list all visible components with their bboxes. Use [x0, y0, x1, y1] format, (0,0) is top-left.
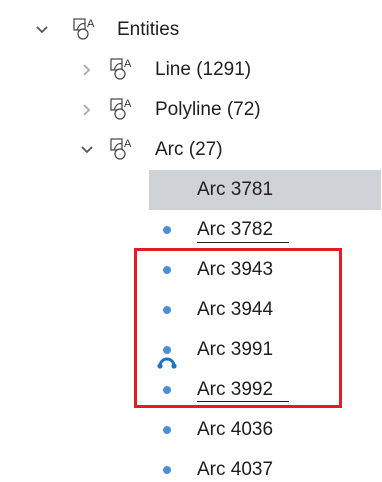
tree-node-label: Polyline (72)	[155, 99, 261, 120]
tree-node-polyline[interactable]: A Polyline (72)	[0, 90, 382, 130]
dot-icon	[163, 386, 171, 394]
dot-icon	[163, 466, 171, 474]
tree-node-line[interactable]: A Line (1291)	[0, 50, 382, 90]
svg-text:A: A	[124, 58, 132, 70]
tree-leaf-arc-3944[interactable]: Arc 3944	[0, 290, 382, 330]
dot-icon	[163, 426, 171, 434]
tree-node-label: Entities	[117, 19, 180, 40]
label-underline	[197, 242, 289, 243]
tree-leaf-arc-3992[interactable]: Arc 3992	[0, 370, 382, 410]
tree-node-entities[interactable]: A Entities	[0, 10, 382, 50]
tree-leaf-arc-4036[interactable]: Arc 4036	[0, 410, 382, 450]
tree-leaf-label: Arc 4036	[197, 419, 274, 440]
entity-group-icon: A	[73, 18, 95, 40]
chevron-right-icon[interactable]	[79, 62, 95, 78]
dot-icon	[163, 266, 171, 274]
tree-node-arc[interactable]: A Arc (27)	[0, 130, 382, 170]
svg-text:A: A	[87, 18, 95, 30]
tree-leaf-label: Arc 4037	[197, 459, 274, 480]
tree-leaf-arc-4037[interactable]: Arc 4037	[0, 450, 382, 482]
tree-leaf-arc-3991[interactable]: Arc 3991	[0, 330, 382, 370]
tree-leaf-label: Arc 3781	[197, 179, 274, 200]
label-underline	[197, 401, 289, 402]
tree-leaf-label: Arc 3943	[197, 259, 274, 280]
chevron-right-icon[interactable]	[79, 102, 95, 118]
dot-icon	[163, 306, 171, 314]
tree-node-label: Line (1291)	[155, 59, 252, 80]
chevron-down-icon[interactable]	[79, 142, 95, 158]
tree-leaf-arc-3781[interactable]: Arc 3781	[0, 170, 382, 369]
tree-node-label: Arc (27)	[155, 139, 223, 160]
chevron-down-icon[interactable]	[34, 22, 50, 38]
dot-icon	[163, 346, 171, 354]
svg-text:A: A	[124, 138, 132, 150]
entity-group-icon: A	[110, 58, 132, 80]
entity-tree: A Entities A Line (1291) A Polyline (72)	[0, 0, 382, 482]
tree-leaf-arc-3782[interactable]: Arc 3782	[0, 210, 382, 250]
entity-group-icon: A	[110, 98, 132, 120]
tree-leaf-label: Arc 3991	[197, 339, 274, 360]
tree-leaf-arc-3943[interactable]: Arc 3943	[0, 250, 382, 290]
dot-icon	[163, 226, 171, 234]
tree-leaf-label: Arc 3944	[197, 299, 274, 320]
entity-group-icon: A	[110, 138, 132, 160]
tree-leaf-label: Arc 3782	[197, 219, 274, 240]
tree-leaf-label: Arc 3992	[197, 379, 274, 400]
svg-text:A: A	[124, 98, 132, 110]
